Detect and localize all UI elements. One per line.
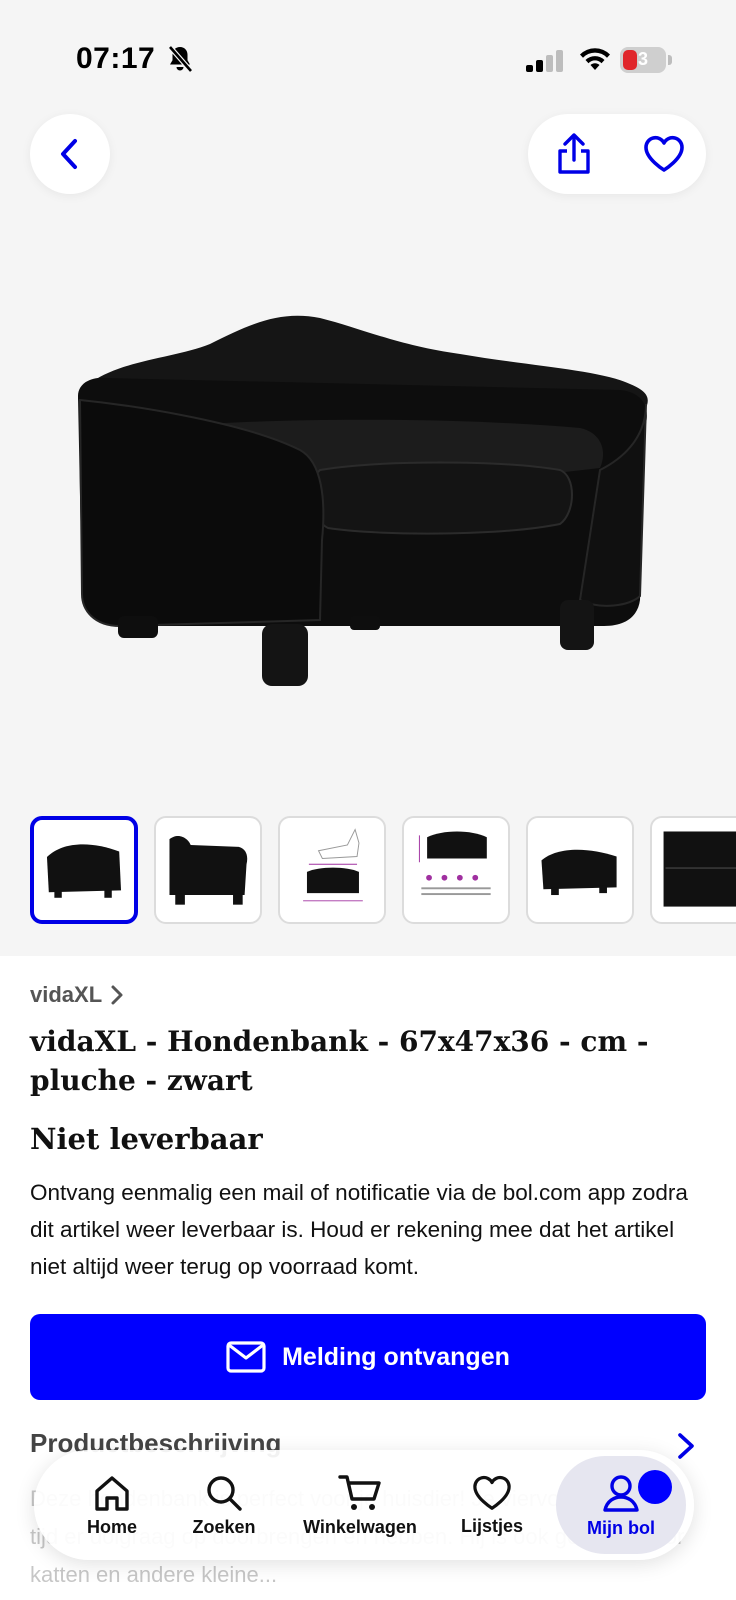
brand-link[interactable]: vidaXL — [30, 982, 124, 1008]
nav-lists[interactable]: Lijstjes — [452, 1450, 532, 1560]
wifi-icon — [580, 48, 610, 70]
share-icon — [558, 133, 590, 174]
back-button[interactable] — [30, 114, 110, 194]
product-page: 07:17 3 vidaXL vidaXL - Hondenbank - 67x… — [0, 0, 736, 1600]
nav-label: Winkelwagen — [303, 1516, 417, 1537]
bell-muted-icon — [168, 45, 193, 73]
share-button[interactable] — [548, 128, 600, 180]
nav-search[interactable]: Zoeken — [184, 1450, 264, 1560]
nav-label: Zoeken — [192, 1516, 256, 1537]
cart-icon — [338, 1474, 381, 1510]
thumbnail-4[interactable] — [402, 816, 510, 924]
status-time: 07:17 — [76, 42, 156, 75]
product-gallery: 07:17 3 — [0, 0, 736, 956]
favorite-button[interactable] — [638, 128, 690, 180]
thumbnail-strip — [0, 816, 736, 926]
status-bar: 07:17 3 — [0, 0, 736, 100]
chevron-right-icon — [111, 985, 123, 1005]
thumbnail-image — [169, 835, 248, 905]
availability-status: Niet leverbaar — [30, 1122, 263, 1156]
notify-button-label: Melding ontvangen — [282, 1342, 510, 1371]
battery-level: 3 — [637, 49, 648, 69]
bottom-navigation: Home Zoeken Winkelwagen Lijstjes Mijn bo… — [34, 1450, 694, 1560]
heart-icon — [644, 136, 684, 172]
battery-indicator: 3 — [620, 47, 672, 73]
notification-dot — [638, 1470, 672, 1504]
notify-button[interactable]: Melding ontvangen — [30, 1314, 706, 1400]
chevron-right-icon[interactable] — [674, 1430, 698, 1462]
nav-label: Lijstjes — [460, 1515, 524, 1536]
chevron-left-icon — [61, 139, 77, 169]
product-main-image[interactable] — [60, 300, 680, 720]
thumbnail-3[interactable] — [278, 816, 386, 924]
nav-my-bol[interactable]: Mijn bol — [556, 1456, 686, 1554]
brand-name: vidaXL — [30, 982, 103, 1007]
availability-description: Ontvang eenmalig een mail of notificatie… — [30, 1180, 688, 1279]
heart-icon — [473, 1475, 511, 1510]
nav-home[interactable]: Home — [72, 1450, 152, 1560]
product-title: vidaXL - Hondenbank - 67x47x36 - cm - pl… — [30, 1025, 649, 1097]
nav-label: Mijn bol — [587, 1517, 655, 1538]
thumbnail-1[interactable] — [30, 816, 138, 924]
mail-icon — [226, 1341, 266, 1373]
thumbnail-image — [46, 844, 122, 898]
thumbnail-image — [418, 831, 491, 896]
thumbnail-image — [303, 828, 363, 902]
search-icon — [207, 1475, 242, 1511]
user-icon — [603, 1474, 639, 1512]
home-icon — [95, 1475, 129, 1511]
nav-cart[interactable]: Winkelwagen — [298, 1450, 422, 1560]
thumbnail-6[interactable] — [650, 816, 736, 924]
thumbnail-2[interactable] — [154, 816, 262, 924]
header-actions — [528, 114, 706, 194]
cellular-signal-icon — [526, 50, 563, 72]
thumbnail-image — [541, 849, 617, 896]
thumbnail-5[interactable] — [526, 816, 634, 924]
thumbnail-image — [663, 831, 736, 907]
nav-label: Home — [86, 1516, 137, 1537]
